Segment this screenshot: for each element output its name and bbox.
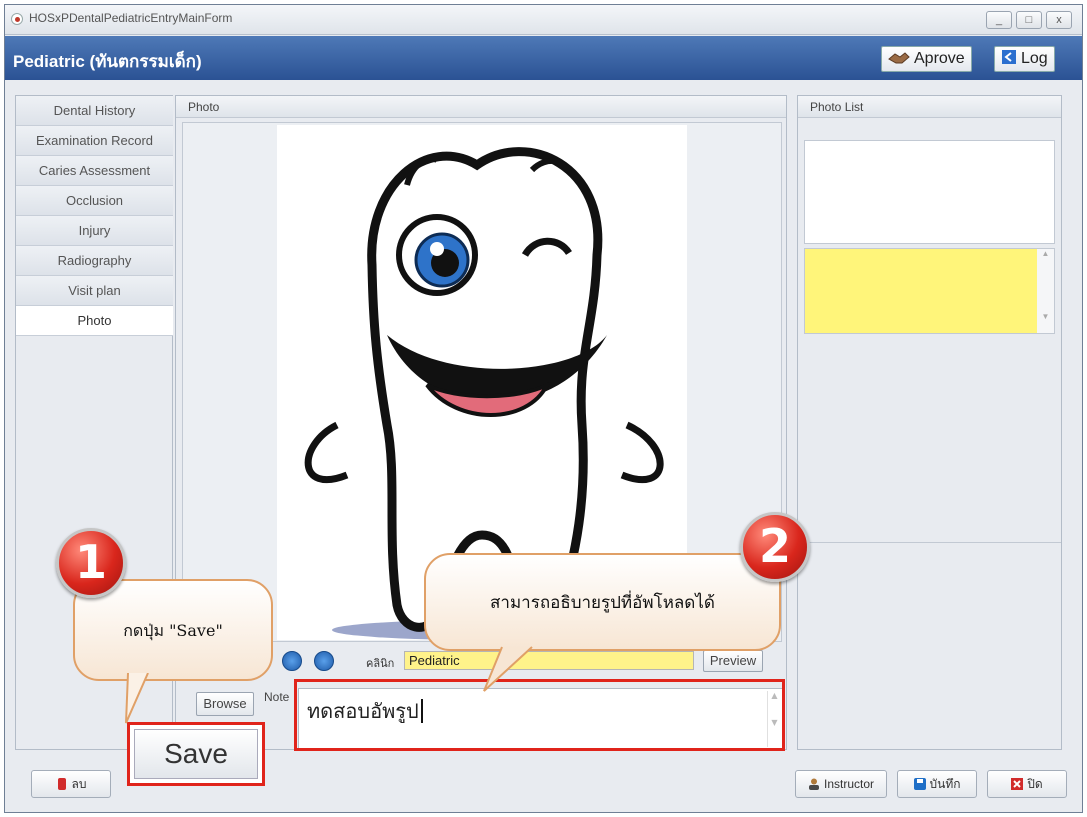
next-icon[interactable] xyxy=(282,651,302,671)
approve-button[interactable]: Aprove xyxy=(881,46,972,72)
app-icon xyxy=(11,13,23,25)
instructor-label: Instructor xyxy=(823,777,874,791)
log-icon xyxy=(1001,49,1017,71)
photo-list-thumbnail[interactable] xyxy=(804,140,1055,244)
tab-radiography[interactable]: Radiography xyxy=(16,246,173,276)
step-2-badge: 2 xyxy=(740,512,810,582)
clinic-label: คลินิก xyxy=(366,658,395,670)
photo-list-title: Photo List xyxy=(798,96,1061,118)
photo-list-scrollbar[interactable]: ▲ ▼ xyxy=(1037,249,1054,333)
minimize-button[interactable]: _ xyxy=(986,11,1012,29)
photo-list-panel: Photo List ▲ ▼ xyxy=(797,95,1062,750)
floppy-icon xyxy=(913,773,926,790)
callout-save-text: กดปุ่ม "Save" xyxy=(123,621,223,640)
form-header: Pediatric (ทันตกรรมเด็ก) Aprove Log xyxy=(5,36,1082,80)
tab-caries-assessment[interactable]: Caries Assessment xyxy=(16,156,173,186)
user-icon xyxy=(808,773,820,790)
approve-label: Aprove xyxy=(914,50,965,67)
last-icon[interactable] xyxy=(314,651,334,671)
instructor-button[interactable]: Instructor xyxy=(795,770,887,798)
callout-note-tail xyxy=(483,646,533,692)
title-bar: HOSxPDentalPediatricEntryMainForm _ □ x xyxy=(5,5,1082,35)
log-button[interactable]: Log xyxy=(994,46,1055,72)
delete-button[interactable]: ลบ xyxy=(31,770,111,798)
browse-button[interactable]: Browse xyxy=(196,692,254,716)
tab-dental-history[interactable]: Dental History xyxy=(16,96,173,126)
callout-save-tail xyxy=(125,673,149,724)
close-icon xyxy=(1011,773,1024,790)
window-title: HOSxPDentalPediatricEntryMainForm xyxy=(29,11,233,25)
close-window-button[interactable]: x xyxy=(1046,11,1072,29)
callout-note: สามารถอธิบายรูปที่อัพโหลดได้ xyxy=(424,553,781,651)
preview-button[interactable]: Preview xyxy=(703,650,763,672)
handshake-icon xyxy=(888,51,910,71)
form-title: Pediatric (ทันตกรรมเด็ก) xyxy=(13,52,202,71)
photo-panel-title: Photo xyxy=(176,96,786,118)
tab-occlusion[interactable]: Occlusion xyxy=(16,186,173,216)
maximize-button[interactable]: □ xyxy=(1016,11,1042,29)
close-label: ปิด xyxy=(1027,777,1043,791)
save-callout-frame: Save xyxy=(127,722,265,786)
log-label: Log xyxy=(1021,50,1048,67)
close-button[interactable]: ปิด xyxy=(987,770,1067,798)
save-big-button[interactable]: Save xyxy=(134,729,258,779)
tab-visit-plan[interactable]: Visit plan xyxy=(16,276,173,306)
list-divider xyxy=(798,542,1061,543)
save-button[interactable]: บันทึก xyxy=(897,770,977,798)
save-label: บันทึก xyxy=(929,777,961,791)
delete-label: ลบ xyxy=(71,777,87,791)
selected-item-highlight xyxy=(805,249,1037,333)
tab-photo[interactable]: Photo xyxy=(16,306,173,336)
trash-icon xyxy=(56,773,68,790)
note-label: Note xyxy=(264,690,290,704)
callout-note-text: สามารถอธิบายรูปที่อัพโหลดได้ xyxy=(490,593,715,613)
tab-examination-record[interactable]: Examination Record xyxy=(16,126,173,156)
step-1-badge: 1 xyxy=(56,528,126,598)
clinic-field[interactable]: Pediatric xyxy=(404,651,694,670)
photo-list-selected-item[interactable]: ▲ ▼ xyxy=(804,248,1055,334)
tab-injury[interactable]: Injury xyxy=(16,216,173,246)
